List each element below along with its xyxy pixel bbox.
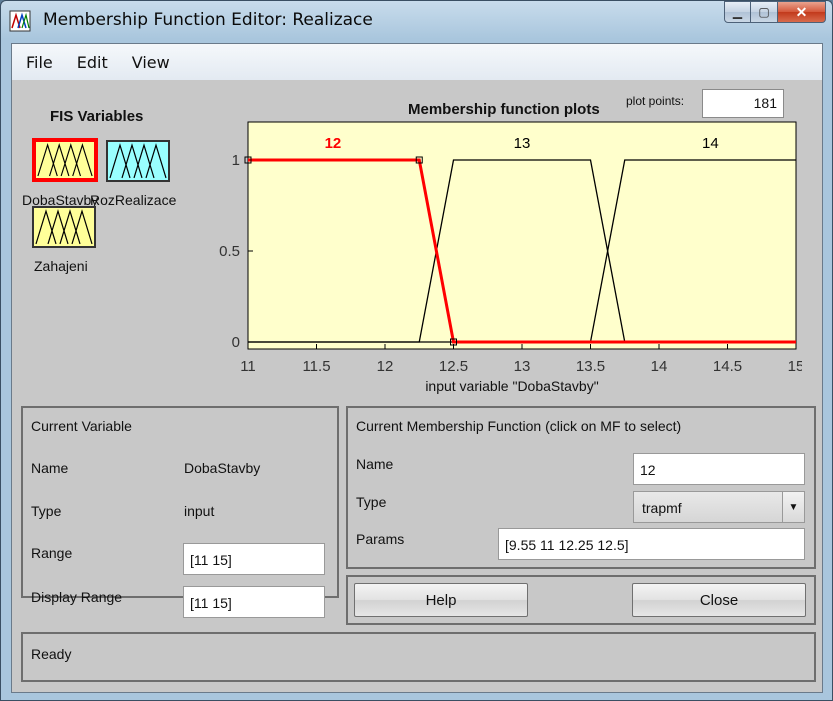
mf-icon <box>109 143 167 179</box>
current-mf-title: Current Membership Function (click on MF… <box>356 418 682 434</box>
cv-name-value: DobaStavby <box>184 460 261 476</box>
cv-name-label: Name <box>31 460 69 476</box>
current-mf-panel: Current Membership Function (click on MF… <box>346 406 816 569</box>
x-tick-label: 15 <box>788 358 802 375</box>
close-icon: ✕ <box>795 3 808 20</box>
maximize-button[interactable]: ▢ <box>751 1 778 23</box>
x-tick-label: 12 <box>377 358 394 375</box>
minimize-icon: ▁ <box>732 5 743 19</box>
mf-name-input[interactable]: 12 <box>633 453 805 485</box>
plot-area <box>247 121 797 350</box>
mf-type-label: Type <box>356 494 387 510</box>
mf-icon <box>35 209 93 245</box>
x-tick-label: 11 <box>240 358 256 375</box>
cv-display-range-label: Display Range <box>31 589 123 605</box>
minimize-button[interactable]: ▁ <box>724 1 751 23</box>
menu-bar: File Edit View <box>12 44 822 80</box>
variable-box-rozrealizace[interactable] <box>106 140 170 182</box>
display-range-input[interactable]: [11 15] <box>183 586 325 618</box>
mf-icon <box>37 143 93 177</box>
close-button[interactable]: Close <box>632 583 806 617</box>
help-button[interactable]: Help <box>354 583 528 617</box>
variable-box-zahajeni[interactable] <box>32 206 96 248</box>
mf-params-label: Params <box>356 531 405 547</box>
client-area: File Edit View FIS Variables DobaStavby … <box>11 43 823 693</box>
mf-type-value: trapmf <box>642 500 682 516</box>
x-tick-label: 14.5 <box>713 358 742 375</box>
variable-label-zahajeni: Zahajeni <box>34 258 88 274</box>
menu-edit[interactable]: Edit <box>67 53 118 72</box>
cv-range-label: Range <box>31 545 73 561</box>
status-bar: Ready <box>21 632 816 682</box>
mf-label-14: 14 <box>702 135 719 152</box>
mf-label-12: 12 <box>325 135 342 152</box>
variable-label-rozrealizace: RozRealizace <box>90 192 177 208</box>
x-axis-label: input variable "DobaStavby" <box>425 378 598 394</box>
mf-label-13: 13 <box>514 135 531 152</box>
buttons-panel: Help Close <box>346 575 816 625</box>
x-tick-label: 14 <box>651 358 668 375</box>
current-variable-panel: Current Variable Name DobaStavby Type in… <box>21 406 339 618</box>
maximize-icon: ▢ <box>758 5 770 19</box>
mf-name-label: Name <box>356 456 394 472</box>
app-window: Membership Function Editor: Realizace ▁ … <box>0 0 833 701</box>
close-window-button[interactable]: ✕ <box>778 1 826 23</box>
membership-function-plot[interactable]: 11 11.5 12 12.5 13 13.5 14 14.5 15 0 0.5 1 input var… <box>202 118 802 398</box>
window-title: Membership Function Editor: Realizace <box>43 10 373 30</box>
menu-view[interactable]: View <box>122 53 180 72</box>
x-tick-label: 13.5 <box>576 358 605 375</box>
cv-type-label: Type <box>31 503 62 519</box>
y-tick-label: 0 <box>232 334 240 351</box>
x-tick-label: 11.5 <box>302 358 330 375</box>
menu-file[interactable]: File <box>16 53 63 72</box>
fis-variables-heading: FIS Variables <box>50 108 144 125</box>
x-tick-label: 12.5 <box>439 358 468 375</box>
y-tick-label: 0.5 <box>219 243 240 260</box>
mf-type-select[interactable]: trapmf ▼ <box>633 491 805 523</box>
matlab-icon <box>9 10 31 32</box>
cv-type-value: input <box>184 503 215 519</box>
plot-title: Membership function plots <box>408 101 600 118</box>
y-tick-label: 1 <box>232 152 240 169</box>
current-variable-title: Current Variable <box>31 418 132 434</box>
dropdown-arrow-icon[interactable]: ▼ <box>782 492 804 522</box>
title-bar[interactable]: Membership Function Editor: Realizace ▁ … <box>1 1 832 41</box>
status-text: Ready <box>31 646 72 662</box>
range-input[interactable]: [11 15] <box>183 543 325 575</box>
mf-params-input[interactable]: [9.55 11 12.25 12.5] <box>498 528 805 560</box>
x-tick-label: 13 <box>514 358 531 375</box>
variable-box-dobastavby[interactable] <box>32 138 98 182</box>
plot-points-label: plot points: <box>626 94 685 108</box>
plot-points-input[interactable]: 181 <box>702 89 784 118</box>
